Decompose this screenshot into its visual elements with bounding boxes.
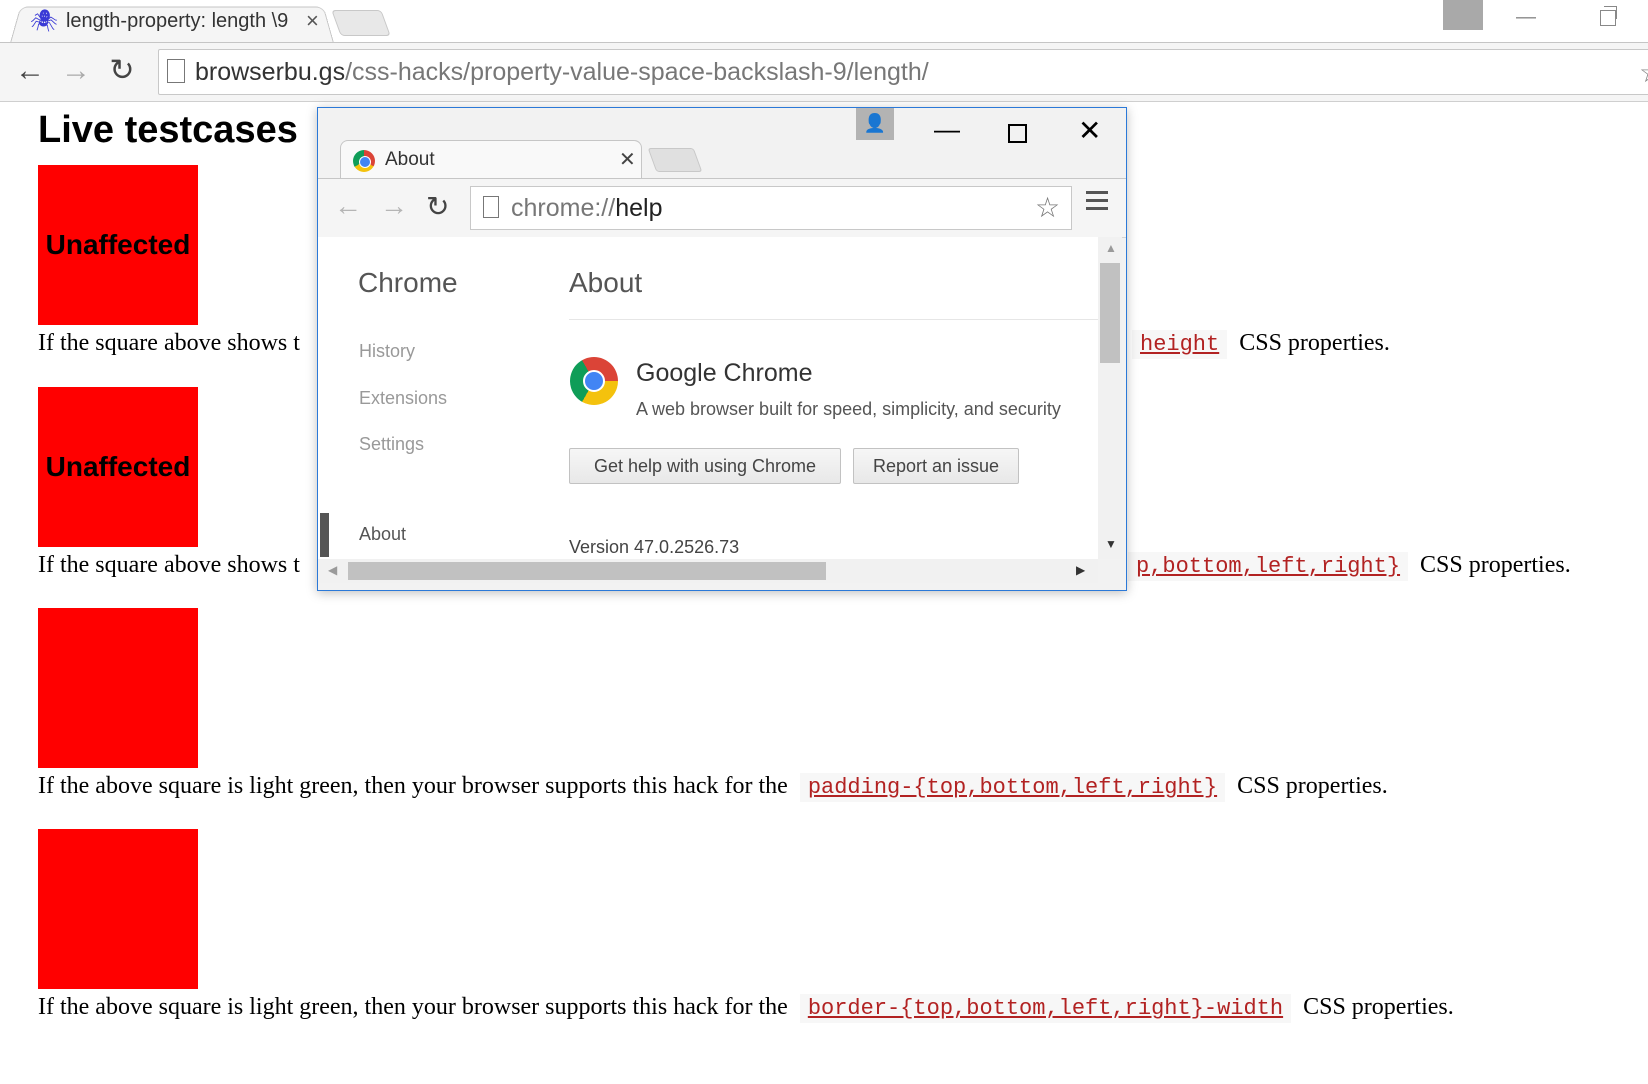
menu-icon[interactable] <box>1086 191 1108 215</box>
toolbar: ← → ↻ chrome://help ☆ <box>318 178 1126 238</box>
css-property-link[interactable]: height <box>1132 330 1228 359</box>
url-text[interactable]: chrome://help <box>511 194 662 223</box>
horizontal-scrollbar[interactable]: ◀ ▶ <box>318 559 1098 583</box>
product-tagline: A web browser built for speed, simplicit… <box>636 399 1061 419</box>
testcase: If the above square is light green, then… <box>38 608 1388 802</box>
test-square: Unaffected <box>38 165 198 325</box>
sidebar-item-history[interactable]: History <box>359 341 415 362</box>
testcase-description-text: If the above square is light green, then… <box>38 773 788 799</box>
sidebar-active-indicator <box>320 513 329 557</box>
minimize-button[interactable]: — <box>1516 6 1536 29</box>
maximize-button[interactable] <box>1008 124 1027 143</box>
css-property-link[interactable]: p,bottom,left,right} <box>1128 552 1409 581</box>
testcase-description: If the square above shows t <box>38 330 300 356</box>
testcase-tail-text: CSS properties. <box>1420 552 1571 578</box>
vertical-scrollbar[interactable]: ▲ ▼ <box>1098 237 1122 559</box>
testcase: Unaffected If the square above shows t h… <box>38 165 1390 359</box>
scroll-up-icon[interactable]: ▲ <box>1105 241 1117 255</box>
url-scheme: chrome:// <box>511 194 616 222</box>
page-icon <box>483 196 499 218</box>
tab-strip: 🕷 length-property: length \9 × — <box>0 0 1648 44</box>
scroll-left-icon[interactable]: ◀ <box>328 563 337 577</box>
page-icon <box>167 59 185 83</box>
tab-active-content[interactable]: 🕷 length-property: length \9 × <box>30 6 319 36</box>
profile-icon[interactable]: 👤 <box>856 108 894 140</box>
star-icon[interactable]: ☆ <box>1639 56 1648 89</box>
about-chrome-window: 👤 — ✕ About ✕ ← → ↻ chrome://help ☆ Chro… <box>317 107 1127 591</box>
url-text[interactable]: browserbu.gs/css-hacks/property-value-sp… <box>195 58 929 87</box>
report-issue-button[interactable]: Report an issue <box>853 448 1019 484</box>
version-text: Version 47.0.2526.73 <box>569 537 740 557</box>
testcase-description-text: If the above square is light green, then… <box>38 994 788 1020</box>
testcase: If the above square is light green, then… <box>38 829 1454 1023</box>
new-tab-button[interactable] <box>331 10 391 36</box>
tab-close-icon[interactable]: × <box>306 10 319 32</box>
scroll-right-icon[interactable]: ▶ <box>1076 563 1085 577</box>
scroll-thumb[interactable] <box>348 562 826 580</box>
testcase-description: If the above square is light green, then… <box>38 773 1388 802</box>
back-arrow-icon[interactable]: ← <box>12 53 48 89</box>
sidebar-item-extensions[interactable]: Extensions <box>359 388 447 409</box>
forward-arrow-icon[interactable]: → <box>380 190 408 222</box>
tab-title: About <box>385 149 435 170</box>
close-window-button[interactable]: ✕ <box>1078 114 1101 147</box>
sidebar-title: Chrome <box>358 267 458 298</box>
divider <box>569 319 1098 320</box>
profile-icon[interactable] <box>1443 0 1483 30</box>
scroll-thumb[interactable] <box>1100 263 1120 363</box>
address-bar[interactable]: browserbu.gs/css-hacks/property-value-sp… <box>158 49 1648 95</box>
test-square <box>38 608 198 768</box>
spider-icon: 🕷 <box>30 8 58 33</box>
star-icon[interactable]: ☆ <box>1035 191 1060 224</box>
test-square: Unaffected <box>38 387 198 547</box>
testcase-description: If the square above shows t <box>38 552 300 578</box>
css-property-link[interactable]: border-{top,bottom,left,right}-width <box>799 994 1292 1023</box>
sidebar-item-settings[interactable]: Settings <box>359 434 424 455</box>
about-page: Chrome History Extensions Settings About… <box>318 237 1098 559</box>
section-title: About <box>569 267 643 298</box>
page-title: Live testcases <box>38 109 298 151</box>
url-path: /css-hacks/property-value-space-backslas… <box>345 58 929 86</box>
minimize-button[interactable]: — <box>934 114 960 145</box>
testcase-description: If the above square is light green, then… <box>38 994 1454 1023</box>
tab-close-icon[interactable]: ✕ <box>619 147 636 172</box>
new-tab-button[interactable] <box>647 148 703 172</box>
reload-icon[interactable]: ↻ <box>426 190 449 223</box>
get-help-button[interactable]: Get help with using Chrome <box>569 448 841 484</box>
tab-title: length-property: length \9 <box>65 9 289 32</box>
back-arrow-icon[interactable]: ← <box>334 190 362 222</box>
tab-about[interactable]: About ✕ <box>340 140 642 179</box>
css-property-link[interactable]: padding-{top,bottom,left,right} <box>799 773 1226 802</box>
address-bar[interactable]: chrome://help ☆ <box>470 186 1072 230</box>
reload-icon[interactable]: ↻ <box>104 53 140 89</box>
test-square <box>38 829 198 989</box>
chrome-logo-icon <box>570 357 618 405</box>
testcase-tail-text: CSS properties. <box>1303 994 1454 1020</box>
testcase-tail-text: CSS properties. <box>1239 330 1390 356</box>
testcase-tail: p,bottom,left,right} CSS properties. <box>1122 552 1571 581</box>
url-host: help <box>615 194 663 222</box>
product-name: Google Chrome <box>636 359 813 387</box>
url-host: browserbu.gs <box>195 58 346 86</box>
toolbar: ← → ↻ browserbu.gs/css-hacks/property-va… <box>0 42 1648 102</box>
chrome-logo-icon <box>353 150 375 172</box>
restore-button[interactable] <box>1600 6 1617 26</box>
testcase-tail: height CSS properties. <box>1126 330 1390 359</box>
testcase-tail-text: CSS properties. <box>1237 773 1388 799</box>
sidebar-item-about[interactable]: About <box>359 524 406 545</box>
forward-arrow-icon[interactable]: → <box>58 53 94 89</box>
testcase: Unaffected If the square above shows t p… <box>38 387 1571 581</box>
scroll-down-icon[interactable]: ▼ <box>1105 537 1117 551</box>
